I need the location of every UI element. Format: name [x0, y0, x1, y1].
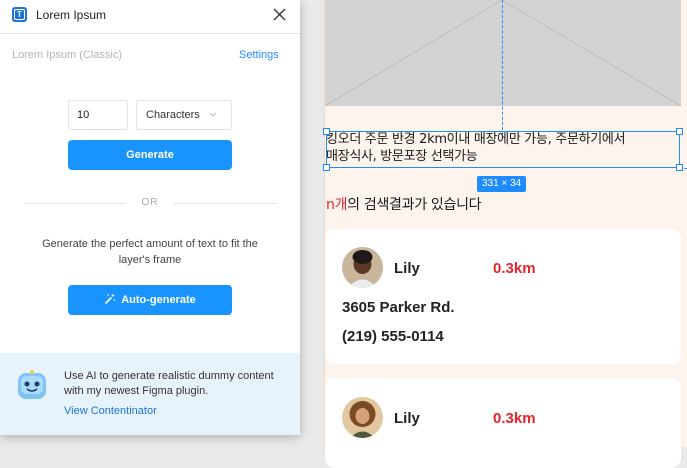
store-address: 3605 Parker Rd.: [342, 299, 455, 316]
store-card[interactable]: Lily 0.3km 3605 Parker Rd. (219) 555-011…: [325, 229, 681, 364]
chevron-down-icon: [209, 112, 217, 117]
search-result-count[interactable]: n개의 검색결과가 있습니다: [326, 194, 482, 214]
promo-text: Use AI to generate realistic dummy conte…: [64, 370, 274, 397]
store-phone: (219) 555-0114: [342, 328, 444, 345]
avatar: [342, 247, 383, 288]
or-separator: OR: [141, 197, 159, 208]
divider: [24, 203, 126, 204]
unit-dropdown[interactable]: Characters: [136, 100, 232, 130]
unit-selected-value: Characters: [146, 109, 200, 121]
auto-generate-button[interactable]: Auto-generate: [68, 285, 232, 315]
image-placeholder[interactable]: [325, 0, 681, 106]
promo-banner: Use AI to generate realistic dummy conte…: [0, 353, 300, 435]
close-icon[interactable]: [272, 7, 287, 22]
robot-icon: [18, 370, 46, 399]
panel-titlebar: T Lorem Ipsum: [0, 0, 300, 34]
result-count-highlight: n개: [326, 197, 348, 213]
store-card[interactable]: Lily 0.3km: [325, 378, 681, 468]
store-name: Lily: [394, 410, 420, 427]
result-count-text: 의 검색결과가 있습니다: [347, 197, 482, 213]
resize-handle-bottom-left[interactable]: [323, 164, 330, 171]
placeholder-cross: [325, 0, 681, 106]
resize-handle-bottom-right[interactable]: [676, 164, 683, 171]
text-tool-icon: T: [12, 7, 27, 22]
divider: [174, 203, 276, 204]
amount-input[interactable]: [68, 100, 128, 130]
selection-size-badge: 331 × 34: [477, 176, 527, 192]
store-name: Lily: [394, 260, 420, 277]
resize-handle-top-right[interactable]: [676, 128, 683, 135]
avatar: [342, 397, 383, 438]
magic-wand-icon: [105, 293, 116, 305]
selection-box: [326, 131, 680, 168]
store-distance: 0.3km: [493, 410, 536, 427]
view-contentinator-link[interactable]: View Contentinator: [64, 405, 157, 417]
auto-generate-label: Auto-generate: [121, 294, 196, 306]
resize-handle-top-left[interactable]: [323, 128, 330, 135]
generate-button[interactable]: Generate: [68, 140, 232, 170]
preset-label: Lorem Ipsum (Classic): [12, 49, 123, 61]
store-distance: 0.3km: [493, 260, 536, 277]
settings-link[interactable]: Settings: [239, 49, 279, 61]
lorem-ipsum-plugin-panel: T Lorem Ipsum Lorem Ipsum (Classic) Sett…: [0, 0, 300, 435]
panel-title: Lorem Ipsum: [36, 8, 107, 22]
auto-generate-description: Generate the perfect amount of text to f…: [42, 238, 258, 266]
center-guide-line: [502, 0, 503, 135]
